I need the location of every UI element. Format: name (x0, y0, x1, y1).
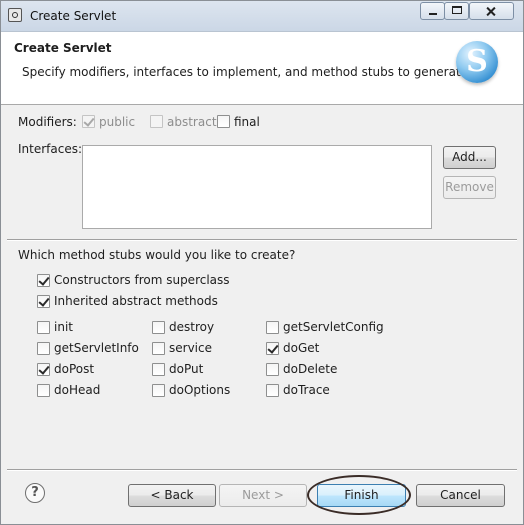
dooptions-label: doOptions (169, 383, 231, 397)
public-label: public (99, 115, 136, 129)
getservletconfig-label: getServletConfig (283, 320, 384, 334)
abstract-checkbox[interactable] (150, 115, 163, 128)
dotrace-label: doTrace (283, 383, 330, 397)
help-icon[interactable]: ? (25, 483, 45, 503)
servlet-wizard-icon: S (456, 41, 498, 83)
close-button[interactable] (469, 2, 514, 20)
getservletconfig-checkbox[interactable] (266, 321, 279, 334)
doget-checkbox[interactable] (266, 342, 279, 355)
dotrace-checkbox[interactable] (266, 384, 279, 397)
minimize-button[interactable] (420, 2, 445, 20)
getservletinfo-label: getServletInfo (54, 341, 139, 355)
destroy-checkbox[interactable] (152, 321, 165, 334)
init-checkbox[interactable] (37, 321, 50, 334)
cancel-button[interactable]: Cancel (416, 484, 505, 507)
dopost-label: doPost (54, 362, 95, 376)
modifiers-label: Modifiers: (18, 115, 77, 129)
remove-interface-button[interactable]: Remove (443, 176, 496, 199)
app-icon (8, 8, 22, 22)
title-bar: Create Servlet (1, 1, 523, 32)
dooptions-checkbox[interactable] (152, 384, 165, 397)
footer-divider (7, 469, 517, 471)
back-button[interactable]: < Back (128, 484, 216, 507)
init-label: init (54, 320, 73, 334)
wizard-header: Create Servlet Specify modifiers, interf… (1, 32, 523, 105)
getservletinfo-checkbox[interactable] (37, 342, 50, 355)
dodelete-label: doDelete (283, 362, 338, 376)
constructors-label: Constructors from superclass (54, 273, 230, 287)
dopost-checkbox[interactable] (37, 363, 50, 376)
doput-label: doPut (169, 362, 204, 376)
finish-highlight-annotation (307, 475, 411, 515)
window-title: Create Servlet (30, 9, 117, 23)
add-interface-button[interactable]: Add... (443, 146, 496, 169)
doput-checkbox[interactable] (152, 363, 165, 376)
page-title: Create Servlet (14, 41, 112, 55)
final-label: final (234, 115, 260, 129)
service-checkbox[interactable] (152, 342, 165, 355)
public-checkbox[interactable] (82, 115, 95, 128)
dohead-checkbox[interactable] (37, 384, 50, 397)
page-description: Specify modifiers, interfaces to impleme… (22, 65, 472, 79)
service-label: service (169, 341, 212, 355)
inherited-checkbox[interactable] (37, 295, 50, 308)
section-divider (7, 239, 517, 241)
destroy-label: destroy (169, 320, 215, 334)
constructors-checkbox[interactable] (37, 274, 50, 287)
dialog-window: Create Servlet Create Servlet Specify mo… (0, 0, 524, 525)
method-stubs-question: Which method stubs would you like to cre… (18, 248, 296, 262)
doget-label: doGet (283, 341, 320, 355)
maximize-button[interactable] (444, 2, 469, 20)
abstract-label: abstract (167, 115, 217, 129)
final-checkbox[interactable] (217, 115, 230, 128)
interfaces-list[interactable] (82, 145, 432, 229)
inherited-label: Inherited abstract methods (54, 294, 218, 308)
next-button[interactable]: Next > (219, 484, 307, 507)
dohead-label: doHead (54, 383, 101, 397)
interfaces-label: Interfaces: (18, 142, 83, 156)
dodelete-checkbox[interactable] (266, 363, 279, 376)
